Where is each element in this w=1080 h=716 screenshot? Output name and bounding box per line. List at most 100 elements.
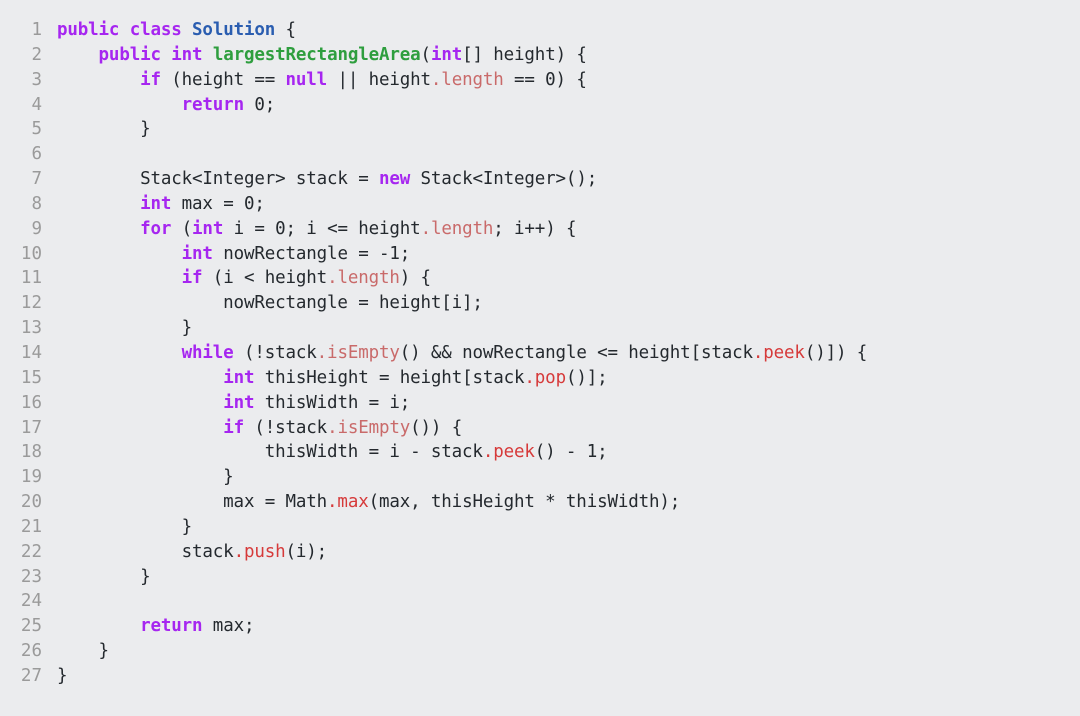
code-line[interactable]: 5 }	[0, 117, 1080, 142]
code-token-plain: nowRectangle = height[i];	[57, 293, 483, 314]
code-line[interactable]: 3 if (height == null || height.length ==…	[0, 68, 1080, 93]
code-line[interactable]: 8 int max = 0;	[0, 192, 1080, 217]
code-token-kw: public	[57, 20, 120, 40]
code-token-plain: (!stack	[243, 417, 328, 438]
code-token-mem: .isEmpty	[316, 342, 400, 363]
code-line-text[interactable]: int nowRectangle = -1;	[42, 242, 1080, 267]
code-token-mem2: .max	[327, 492, 369, 513]
code-line[interactable]: 26 }	[0, 639, 1080, 664]
line-number: 7	[31, 169, 42, 190]
code-line-text[interactable]: }	[42, 639, 1080, 664]
code-line-text[interactable]: while (!stack.isEmpty() && nowRectangle …	[42, 341, 1080, 366]
code-token-kw: return	[181, 94, 244, 115]
line-number: 21	[20, 516, 42, 537]
code-line-text[interactable]: }	[42, 117, 1080, 142]
code-token-plain: ) {	[399, 268, 431, 289]
code-line[interactable]: 25 return max;	[0, 614, 1080, 639]
code-token-plain: max = Math	[57, 492, 328, 513]
code-token-plain: }	[57, 665, 68, 686]
code-token-kw: null	[285, 69, 328, 90]
code-token-plain: ()) {	[410, 417, 463, 438]
code-line[interactable]: 12 nowRectangle = height[i];	[0, 291, 1080, 316]
code-line[interactable]: 20 max = Math.max(max, thisHeight * this…	[0, 490, 1080, 515]
code-line[interactable]: 7 Stack<Integer> stack = new Stack<Integ…	[0, 167, 1080, 192]
code-token-mem2: .peek	[752, 342, 805, 363]
code-line-text[interactable]	[42, 142, 1080, 167]
code-line-text[interactable]: }	[42, 565, 1080, 590]
code-line-text[interactable]: return 0;	[42, 93, 1080, 118]
code-line[interactable]: 18 thisWidth = i - stack.peek() - 1;	[0, 440, 1080, 465]
code-token-empty	[57, 144, 67, 164]
code-token-plain: (i < height	[202, 268, 328, 289]
code-line[interactable]: 21 }	[0, 515, 1080, 540]
line-number: 24	[20, 591, 42, 612]
code-token-plain: nowRectangle = -1;	[212, 243, 411, 264]
code-line-text[interactable]: int thisWidth = i;	[42, 391, 1080, 416]
code-line-text[interactable]: max = Math.max(max, thisHeight * thisWid…	[42, 490, 1080, 515]
code-viewer[interactable]: 1 public class Solution {2 public int lar…	[0, 0, 1080, 716]
code-line[interactable]: 1 public class Solution {	[0, 18, 1080, 43]
code-token-mem: .length	[430, 69, 504, 90]
code-line-text[interactable]: }	[42, 465, 1080, 490]
code-token-plain: (!stack	[233, 342, 317, 363]
code-token-plain: {	[275, 20, 297, 40]
code-line-text[interactable]: if (i < height.length) {	[42, 266, 1080, 291]
code-line-text[interactable]: int max = 0;	[42, 192, 1080, 217]
code-line[interactable]: 10 int nowRectangle = -1;	[0, 242, 1080, 267]
code-line[interactable]: 17 if (!stack.isEmpty()) {	[0, 416, 1080, 441]
code-line-text[interactable]: Stack<Integer> stack = new Stack<Integer…	[42, 167, 1080, 192]
code-line-text[interactable]: return max;	[42, 614, 1080, 639]
code-line[interactable]: 6	[0, 142, 1080, 167]
code-token-plain: }	[57, 318, 193, 339]
line-number: 14	[20, 342, 42, 363]
code-line[interactable]: 23 }	[0, 565, 1080, 590]
code-token-kw: if	[223, 417, 244, 438]
code-line-text[interactable]: if (!stack.isEmpty()) {	[42, 416, 1080, 441]
line-number: 19	[20, 467, 42, 488]
code-line-text[interactable]: public class Solution {	[42, 18, 1080, 43]
code-line[interactable]: 2 public int largestRectangleArea(int[] …	[0, 43, 1080, 68]
code-token-kw: int	[223, 367, 255, 388]
code-token-kw: int	[192, 218, 224, 239]
code-line-text[interactable]: if (height == null || height.length == 0…	[42, 68, 1080, 93]
code-line[interactable]: 24	[0, 589, 1080, 614]
code-line[interactable]: 11 if (i < height.length) {	[0, 266, 1080, 291]
code-line-text[interactable]: for (int i = 0; i <= height.length; i++)…	[42, 217, 1080, 242]
code-line[interactable]: 4 return 0;	[0, 93, 1080, 118]
code-line[interactable]: 14 while (!stack.isEmpty() && nowRectang…	[0, 341, 1080, 366]
code-line[interactable]: 15 int thisHeight = height[stack.pop()];	[0, 366, 1080, 391]
code-token-kw: class	[129, 20, 182, 40]
code-token-fn: largestRectangleArea	[212, 44, 421, 65]
code-line-text[interactable]: nowRectangle = height[i];	[42, 291, 1080, 316]
line-number: 11	[20, 268, 42, 289]
code-token-empty	[57, 591, 67, 611]
code-line-text[interactable]: }	[42, 316, 1080, 341]
code-line-text[interactable]: stack.push(i);	[42, 540, 1080, 565]
code-line-text[interactable]: public int largestRectangleArea(int[] he…	[42, 43, 1080, 68]
code-line[interactable]: 13 }	[0, 316, 1080, 341]
code-token-kw: int	[223, 392, 255, 413]
code-line-text[interactable]: int thisHeight = height[stack.pop()];	[42, 366, 1080, 391]
code-line-text[interactable]	[42, 589, 1080, 614]
code-line[interactable]: 22 stack.push(i);	[0, 540, 1080, 565]
code-token-plain: thisWidth = i;	[254, 392, 411, 413]
code-line[interactable]: 27}	[0, 664, 1080, 689]
code-token-kw: int	[140, 193, 172, 214]
code-line-text[interactable]: thisWidth = i - stack.peek() - 1;	[42, 440, 1080, 465]
line-number: 15	[20, 367, 42, 388]
code-token-kw: if	[140, 69, 161, 90]
code-line-text[interactable]: }	[42, 515, 1080, 540]
code-line[interactable]: 9 for (int i = 0; i <= height.length; i+…	[0, 217, 1080, 242]
code-token-plain: stack	[57, 541, 234, 562]
code-line[interactable]: 16 int thisWidth = i;	[0, 391, 1080, 416]
code-token-kw: public	[98, 44, 161, 65]
code-line[interactable]: 19 }	[0, 465, 1080, 490]
code-line-text[interactable]: }	[42, 664, 1080, 689]
